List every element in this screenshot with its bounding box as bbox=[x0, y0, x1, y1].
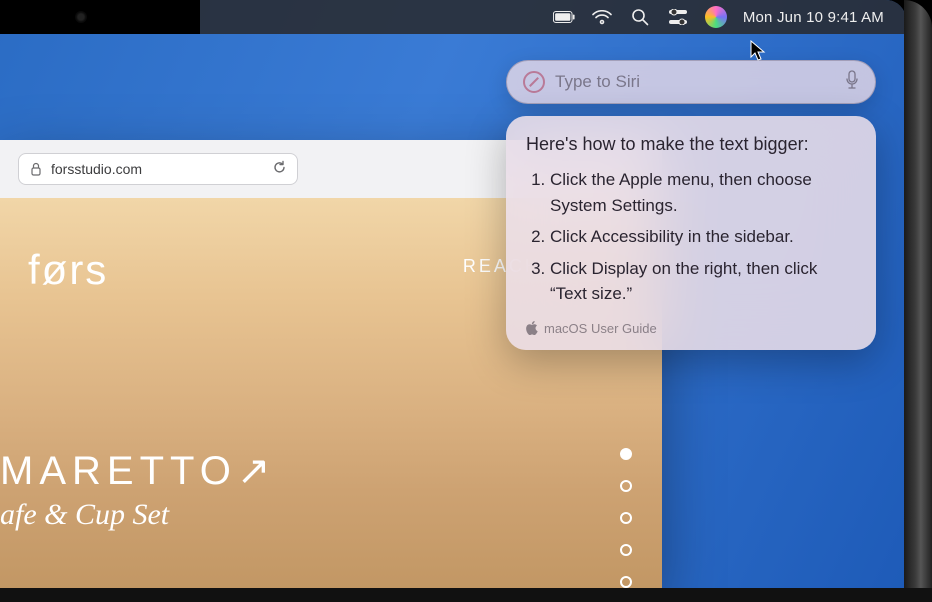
siri-step: Click Display on the right, then click “… bbox=[550, 256, 856, 307]
wifi-icon[interactable] bbox=[591, 6, 613, 28]
menubar-datetime[interactable]: Mon Jun 10 9:41 AM bbox=[743, 9, 884, 26]
hero-subtitle: afe & Cup Set bbox=[0, 498, 169, 532]
lock-icon bbox=[29, 162, 43, 176]
url-text: forsstudio.com bbox=[51, 161, 142, 177]
siri-steps-list: Click the Apple menu, then choose System… bbox=[526, 167, 856, 307]
url-bar[interactable]: forsstudio.com bbox=[18, 153, 298, 185]
siri-text-input[interactable] bbox=[555, 72, 835, 92]
siri-input-bar[interactable] bbox=[506, 60, 876, 104]
camera bbox=[75, 11, 87, 23]
spotlight-icon[interactable] bbox=[629, 6, 651, 28]
siri-response-panel: Here's how to make the text bigger: Clic… bbox=[506, 116, 876, 350]
carousel-dot[interactable] bbox=[620, 512, 632, 524]
control-center-icon[interactable] bbox=[667, 6, 689, 28]
carousel-dot[interactable] bbox=[620, 448, 632, 460]
desktop: Mon Jun 10 9:41 AM forsstudio.com førs R… bbox=[0, 0, 906, 590]
laptop-bezel bbox=[904, 0, 932, 602]
carousel-dot[interactable] bbox=[620, 480, 632, 492]
menubar: Mon Jun 10 9:41 AM bbox=[200, 0, 906, 34]
laptop-bezel-bottom bbox=[0, 588, 932, 602]
siri-response-heading: Here's how to make the text bigger: bbox=[526, 134, 856, 155]
carousel-dots bbox=[620, 448, 632, 588]
siri-step: Click Accessibility in the sidebar. bbox=[550, 224, 856, 250]
reload-icon[interactable] bbox=[272, 160, 287, 178]
cursor-icon bbox=[750, 40, 766, 62]
microphone-icon[interactable] bbox=[845, 70, 859, 95]
battery-icon[interactable] bbox=[553, 6, 575, 28]
carousel-dot[interactable] bbox=[620, 576, 632, 588]
siri-stop-icon[interactable] bbox=[523, 71, 545, 93]
notch bbox=[0, 0, 200, 34]
brand-logo[interactable]: førs bbox=[28, 246, 108, 294]
siri-source[interactable]: macOS User Guide bbox=[526, 321, 856, 336]
hero-title[interactable]: MARETTO↗ bbox=[0, 448, 276, 494]
siri-overlay: Here's how to make the text bigger: Clic… bbox=[506, 60, 876, 350]
apple-icon bbox=[526, 321, 538, 335]
siri-step: Click the Apple menu, then choose System… bbox=[550, 167, 856, 218]
siri-menubar-icon[interactable] bbox=[705, 6, 727, 28]
siri-source-label: macOS User Guide bbox=[544, 321, 657, 336]
carousel-dot[interactable] bbox=[620, 544, 632, 556]
